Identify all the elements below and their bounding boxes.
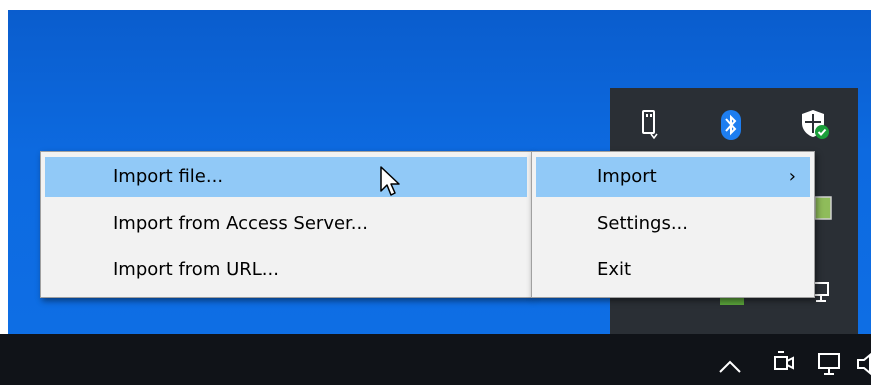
- import-submenu: Import file... Import from Access Server…: [40, 151, 532, 298]
- usb-drive-icon[interactable]: [638, 108, 662, 144]
- chevron-up-icon[interactable]: [716, 356, 744, 380]
- menu-item-label: Import from Access Server...: [113, 213, 368, 234]
- menu-item-import-file[interactable]: Import file...: [45, 157, 527, 197]
- chevron-right-icon: ›: [788, 166, 796, 187]
- app-icon[interactable]: [814, 196, 834, 226]
- camera-icon[interactable]: [772, 350, 798, 382]
- bluetooth-icon[interactable]: [720, 110, 742, 144]
- screen-border-top: [0, 0, 871, 10]
- menu-item-label: Settings...: [597, 213, 688, 234]
- menu-item-label: Import from URL...: [113, 259, 279, 280]
- menu-item-label: Import: [597, 166, 657, 187]
- screen-border-left: [0, 0, 8, 334]
- mouse-cursor-icon: [379, 165, 403, 203]
- monitor-icon[interactable]: [812, 282, 834, 310]
- menu-item-import-from-access-server[interactable]: Import from Access Server...: [45, 204, 527, 244]
- network-icon[interactable]: [816, 350, 846, 382]
- speaker-icon[interactable]: [856, 352, 871, 380]
- menu-item-settings[interactable]: Settings...: [536, 204, 810, 244]
- menu-item-exit[interactable]: Exit: [536, 250, 810, 290]
- menu-item-label: Import file...: [113, 166, 224, 187]
- menu-item-import[interactable]: Import ›: [536, 157, 810, 197]
- menu-item-label: Exit: [597, 259, 632, 280]
- menu-item-import-from-url[interactable]: Import from URL...: [45, 250, 527, 290]
- security-shield-icon[interactable]: [800, 108, 830, 144]
- taskbar: [0, 334, 871, 385]
- tray-context-menu: Import › Settings... Exit: [531, 151, 815, 298]
